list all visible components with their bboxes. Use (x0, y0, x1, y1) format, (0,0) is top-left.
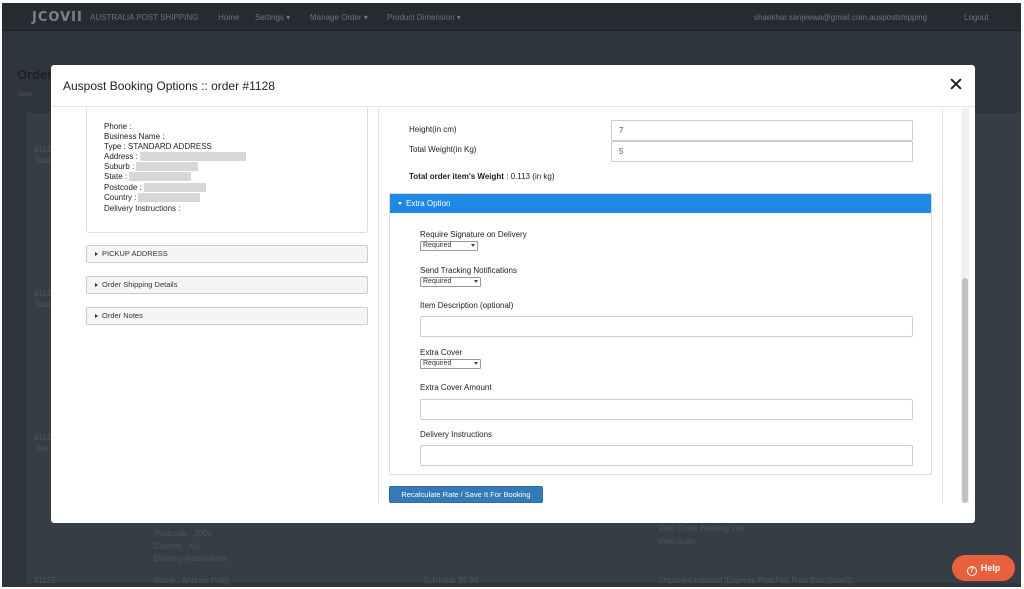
address-postcode-label: Postcode : (104, 183, 142, 192)
signature-label: Require Signature on Delivery (420, 230, 527, 239)
bg-booking-info-link[interactable]: View Order Booking Info (658, 524, 745, 533)
app-window: JCOVII AUSTRALIA POST SHIPPING Home Sett… (2, 3, 1021, 587)
app-logo: JCOVII (32, 10, 83, 25)
total-weight: Total order item's Weight : 0.113 (in kg… (409, 172, 555, 181)
modal-header: Auspost Booking Options :: order #1128 (51, 65, 975, 107)
table-row-id: #112 (34, 289, 52, 298)
chevron-down-icon (474, 362, 478, 365)
signature-select-value: Required (423, 242, 452, 249)
address-suburb-row: Suburb : (104, 162, 199, 172)
weight-label: Total Weight(in Kg) (409, 145, 477, 154)
recalculate-save-button[interactable]: Recalculate Rate / Save It For Booking (389, 486, 543, 503)
pickup-address-panel[interactable]: PICKUP ADDRESS (86, 245, 368, 263)
column-divider (378, 108, 379, 503)
delivery-address-box: Phone : Business Name : Type : STANDARD … (86, 108, 368, 233)
bg-view-order-link[interactable]: View order (658, 537, 696, 546)
nav-settings[interactable]: Settings ▾ (255, 13, 290, 22)
redacted-block (143, 183, 206, 193)
table-row-status: Shipment Initiated [Express Post Flat Ra… (658, 576, 852, 585)
caret-right-icon (95, 283, 98, 288)
extra-cover-amount-input[interactable] (420, 399, 913, 420)
redacted-block (138, 193, 201, 203)
item-description-input[interactable] (420, 316, 913, 337)
signature-select[interactable]: Required (420, 241, 478, 251)
address-state-row: State : (104, 172, 192, 182)
caret-right-icon (95, 252, 98, 257)
address-phone: Phone : (104, 122, 132, 131)
address-street-row: Address : (104, 152, 246, 162)
nav-product-dimension[interactable]: Product Dimension ▾ (387, 13, 461, 22)
delivery-instructions-input[interactable] (420, 445, 913, 466)
extra-cover-select[interactable]: Required (420, 359, 481, 369)
app-brand[interactable]: AUSTRALIA POST SHIPPING (90, 13, 198, 22)
top-navbar: JCOVII AUSTRALIA POST SHIPPING Home Sett… (2, 3, 1021, 31)
delivery-instructions-label: Delivery Instructions (420, 430, 493, 439)
chevron-down-icon (474, 280, 478, 283)
table-row-id: #1125 (34, 576, 56, 585)
tracking-label: Send Tracking Notifications (420, 266, 517, 275)
nav-manage-order[interactable]: Manage Order ▾ (310, 13, 368, 22)
extra-cover-amount-label: Extra Cover Amount (420, 383, 492, 392)
total-weight-value: : 0.113 (in kg) (506, 172, 555, 181)
extra-option-header[interactable]: Extra Option (390, 194, 931, 213)
extra-option-panel: Extra Option Require Signature on Delive… (389, 193, 932, 475)
bg-address-line: Delivery Instructions : (154, 554, 231, 563)
tracking-select-value: Required (423, 278, 452, 285)
tracking-select[interactable]: Required (420, 277, 481, 287)
height-input[interactable]: 7 (611, 120, 913, 141)
pickup-address-label: PICKUP ADDRESS (102, 249, 168, 258)
modal-body: Phone : Business Name : Type : STANDARD … (51, 108, 975, 523)
nav-home[interactable]: Home (218, 13, 239, 22)
redacted-block (139, 152, 246, 162)
redacted-block (129, 172, 192, 182)
order-notes-label: Order Notes (102, 311, 143, 320)
user-email[interactable]: shaekhar.sanjeewa@gmail.com.auspostshipp… (754, 13, 927, 22)
help-button[interactable]: ? Help (952, 555, 1015, 581)
address-type: Type : STANDARD ADDRESS (104, 142, 212, 151)
address-business: Business Name : (104, 132, 165, 141)
order-notes-panel[interactable]: Order Notes (86, 307, 368, 325)
order-shipping-details-panel[interactable]: Order Shipping Details (86, 276, 368, 294)
show-label: Show (17, 92, 33, 98)
weight-input[interactable]: 5 (611, 141, 913, 162)
table-row-id: #112 (34, 145, 52, 154)
chevron-down-icon (471, 244, 475, 247)
table-row-id: #112 (34, 433, 52, 442)
table-row-note: Yest (34, 444, 50, 453)
address-instructions: Delivery Instructions : (104, 204, 181, 213)
help-label: Help (980, 563, 1001, 573)
address-suburb-label: Suburb : (104, 162, 135, 171)
address-country-row: Country : (104, 193, 201, 203)
extra-cover-label: Extra Cover (420, 348, 463, 357)
extra-cover-select-value: Required (423, 360, 452, 367)
address-country-label: Country : (104, 193, 137, 202)
table-row-note: Toda (34, 156, 52, 165)
redacted-block (136, 162, 199, 172)
booking-options-modal: Auspost Booking Options :: order #1128 P… (51, 65, 975, 523)
table-row-note: Toda (34, 300, 52, 309)
bg-address-line: Country : AU (154, 542, 200, 551)
item-description-label: Item Description (optional) (420, 301, 514, 310)
logout-link[interactable]: Logout (964, 13, 988, 22)
question-icon: ? (966, 566, 977, 576)
height-label: Height(in cm) (409, 125, 457, 134)
table-row-subtotal: SubTotal: $5.80 (423, 576, 479, 585)
caret-right-icon (95, 314, 98, 319)
scrollbar-thumb[interactable] (962, 278, 968, 503)
modal-scrollbar[interactable] (961, 108, 969, 503)
table-row-name: Name : Andrew Petty (154, 576, 230, 585)
address-state-label: State : (104, 172, 128, 181)
column-divider (942, 108, 943, 503)
close-icon[interactable] (947, 75, 965, 93)
address-postcode-row: Postcode : (104, 183, 206, 193)
address-street-label: Address : (104, 152, 138, 161)
extra-option-label: Extra Option (406, 199, 451, 208)
bg-address-line: Postcode : 2000 (154, 529, 212, 538)
caret-down-icon (398, 202, 402, 206)
order-shipping-details-label: Order Shipping Details (102, 280, 178, 289)
total-weight-label: Total order item's Weight (409, 172, 504, 181)
modal-title: Auspost Booking Options :: order #1128 (63, 79, 275, 93)
